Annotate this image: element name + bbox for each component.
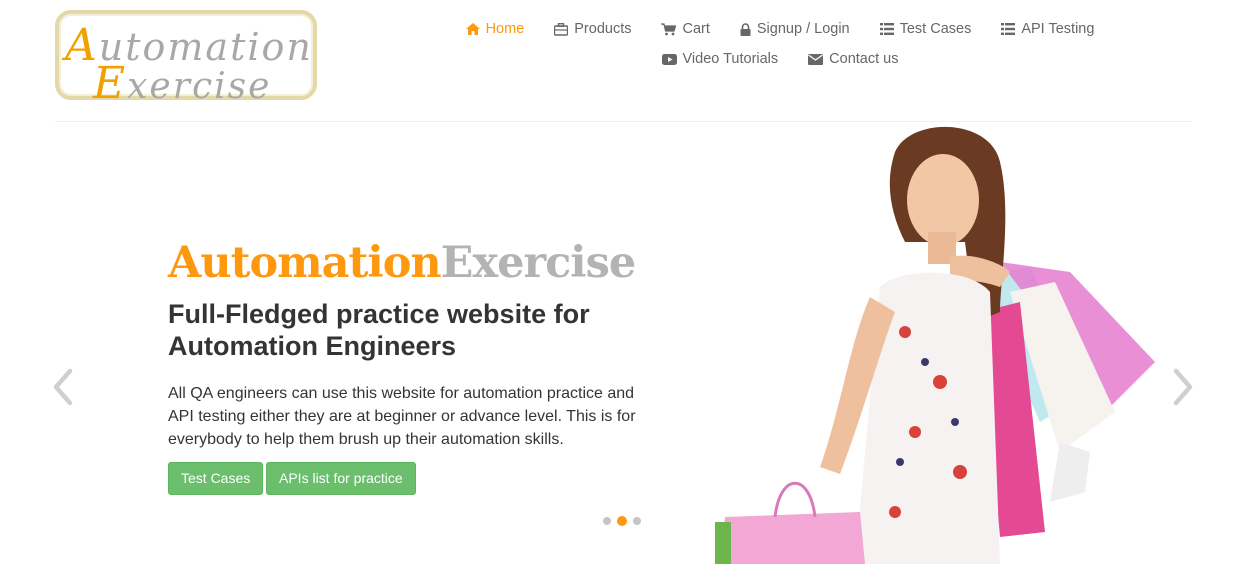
cart-icon bbox=[661, 22, 677, 36]
list-icon bbox=[879, 23, 894, 35]
nav-home[interactable]: Home bbox=[465, 21, 525, 37]
hero-title-part2: Exercise bbox=[440, 238, 637, 288]
nav-video-tutorials[interactable]: Video Tutorials bbox=[661, 51, 779, 67]
test-cases-button[interactable]: Test Cases bbox=[168, 462, 264, 495]
hero-description: All QA engineers can use this website fo… bbox=[168, 385, 636, 448]
lock-icon bbox=[740, 22, 751, 36]
youtube-icon bbox=[661, 53, 677, 65]
carousel-prev-button[interactable] bbox=[50, 368, 78, 411]
site-logo[interactable]: Automation Exercise bbox=[55, 10, 317, 109]
apis-list-button[interactable]: APIs list for practice bbox=[266, 462, 416, 495]
hero-image-girl-with-shopping-bags bbox=[715, 126, 1155, 564]
carousel-dot-1[interactable] bbox=[603, 517, 611, 525]
logo-line-2: Exercise bbox=[93, 58, 271, 109]
hero-title: AutomationExercise bbox=[168, 238, 637, 288]
chevron-left-icon bbox=[53, 368, 73, 406]
carousel-indicators bbox=[603, 516, 641, 526]
home-icon bbox=[465, 23, 480, 35]
nav-products-label: Products bbox=[574, 21, 632, 37]
nav-video-tutorials-label: Video Tutorials bbox=[682, 51, 779, 67]
nav-cart-label: Cart bbox=[682, 21, 710, 37]
nav-test-cases-label: Test Cases bbox=[899, 21, 972, 37]
logo-text-2: xercise bbox=[127, 66, 272, 107]
main-nav: Home Products Cart Signup / Login Test C… bbox=[450, 14, 1110, 74]
hero-title-part1: Automation bbox=[168, 238, 442, 288]
list-icon bbox=[1001, 23, 1016, 35]
nav-test-cases[interactable]: Test Cases bbox=[879, 21, 972, 37]
carousel-dot-3[interactable] bbox=[633, 517, 641, 525]
nav-api-testing-label: API Testing bbox=[1021, 21, 1095, 37]
chevron-right-icon bbox=[1173, 368, 1193, 406]
nav-home-label: Home bbox=[485, 21, 525, 37]
nav-contact-us-label: Contact us bbox=[829, 51, 899, 67]
nav-signup-login[interactable]: Signup / Login bbox=[740, 21, 850, 37]
nav-contact-us[interactable]: Contact us bbox=[808, 51, 898, 67]
logo-letter-e: E bbox=[93, 58, 128, 109]
nav-row-2: Video Tutorials Contact us bbox=[450, 44, 1110, 74]
hero-subtitle: Full-Fledged practice website for Automa… bbox=[168, 299, 590, 361]
briefcase-icon bbox=[554, 22, 569, 36]
nav-signup-login-label: Signup / Login bbox=[756, 21, 850, 37]
carousel-next-button[interactable] bbox=[1168, 368, 1196, 411]
nav-row-1: Home Products Cart Signup / Login Test C… bbox=[450, 14, 1110, 44]
nav-products[interactable]: Products bbox=[554, 21, 631, 37]
nav-cart[interactable]: Cart bbox=[661, 21, 710, 37]
carousel-dot-2[interactable] bbox=[617, 516, 627, 526]
nav-api-testing[interactable]: API Testing bbox=[1001, 21, 1094, 37]
envelope-icon bbox=[808, 53, 824, 65]
